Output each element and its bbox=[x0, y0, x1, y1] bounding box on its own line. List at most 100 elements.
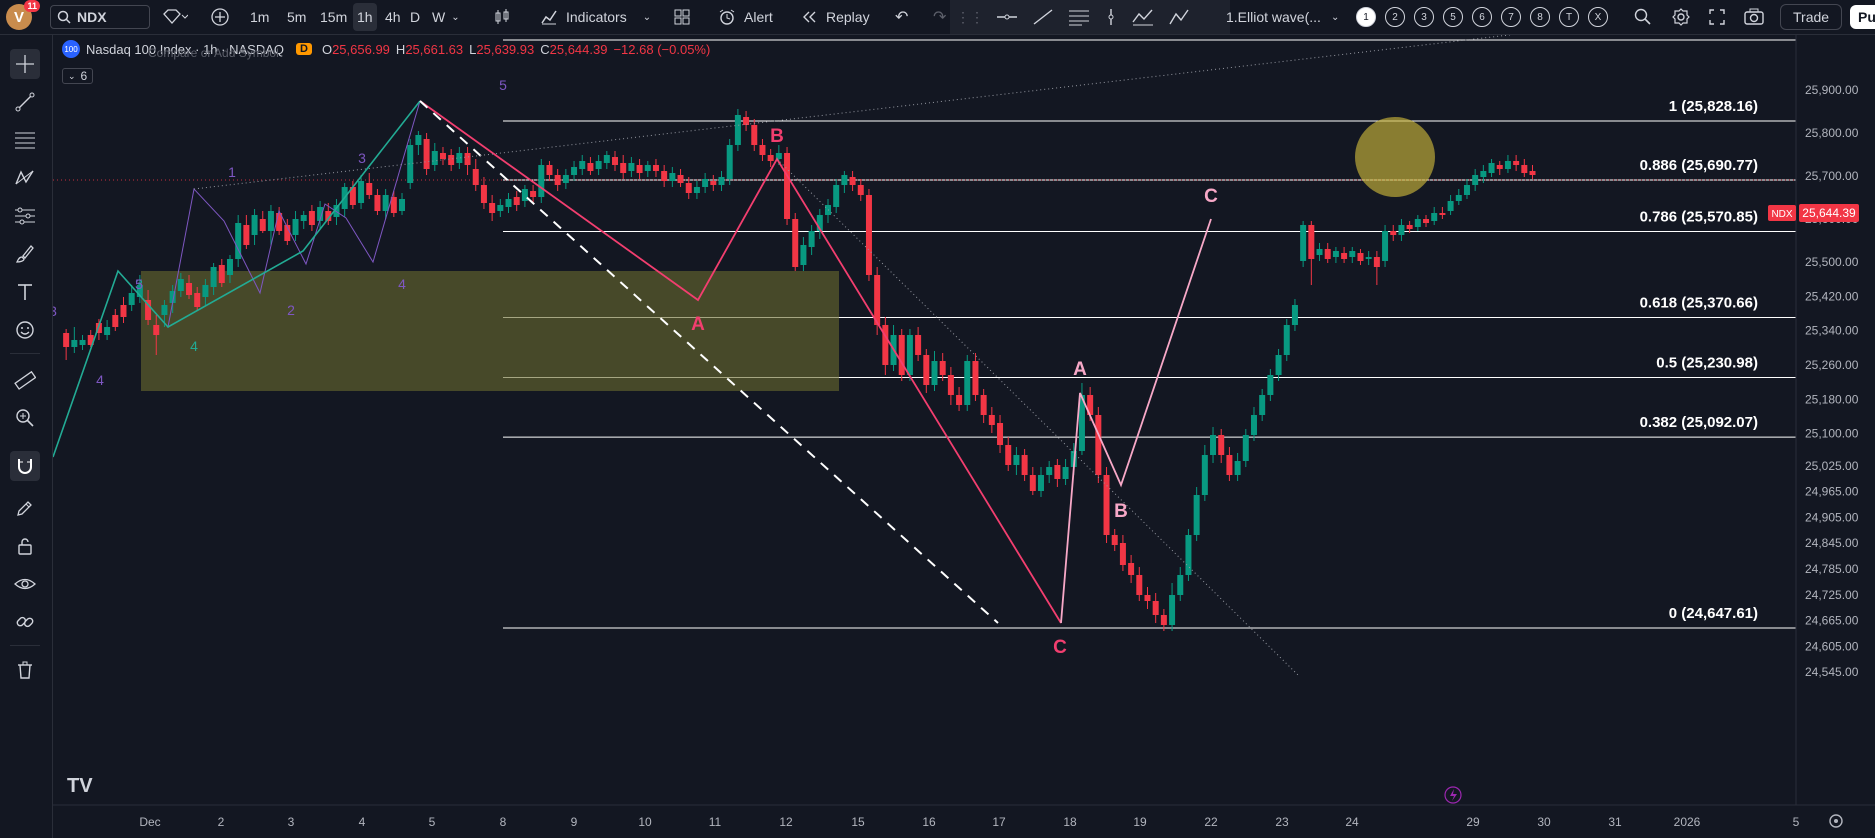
candle-body bbox=[1226, 455, 1233, 475]
layout-tab-T[interactable]: T bbox=[1559, 7, 1579, 27]
candle-body bbox=[571, 167, 578, 175]
layout-tab-7[interactable]: 7 bbox=[1501, 7, 1521, 27]
layout-tab-5[interactable]: 5 bbox=[1443, 7, 1463, 27]
candle-body bbox=[448, 155, 455, 165]
fullscreen-button[interactable] bbox=[1708, 0, 1726, 34]
price-chart[interactable]: 1 (25,828.16) 0.886 (25,690.77) 0.786 (25,… bbox=[53, 35, 1875, 838]
trend-line-icon[interactable] bbox=[1032, 8, 1054, 26]
candle-body bbox=[1414, 219, 1421, 227]
wave-pattern-icon[interactable] bbox=[1132, 8, 1154, 26]
trend-line-tool[interactable] bbox=[10, 87, 40, 117]
layout-select[interactable]: 1.Elliot wave(... ⌄ bbox=[1226, 0, 1339, 34]
candle-body bbox=[898, 335, 905, 375]
data-badge: D bbox=[296, 43, 312, 55]
time-tick: 10 bbox=[638, 815, 652, 829]
candle-body bbox=[1504, 161, 1511, 169]
candle-body bbox=[243, 225, 250, 245]
layout-tab-6[interactable]: 6 bbox=[1472, 7, 1492, 27]
time-tick: 11 bbox=[709, 815, 722, 829]
layout-tab-8[interactable]: 8 bbox=[1530, 7, 1550, 27]
lock-drawings-tool[interactable] bbox=[10, 531, 40, 561]
templates-button[interactable] bbox=[673, 0, 691, 34]
pattern-tool[interactable] bbox=[10, 163, 40, 193]
alert-button[interactable]: Alert bbox=[718, 0, 773, 34]
add-symbol-button[interactable] bbox=[210, 0, 230, 34]
interval-15m[interactable]: 15m bbox=[320, 0, 347, 34]
drag-handle-icon[interactable]: ⋮⋮ bbox=[956, 9, 984, 26]
candle-body bbox=[1496, 165, 1503, 169]
trade-button[interactable]: Trade bbox=[1780, 0, 1843, 34]
horizontal-line-icon[interactable] bbox=[996, 8, 1018, 26]
crosshair-tool[interactable] bbox=[10, 49, 40, 79]
pattern-icon bbox=[15, 170, 34, 185]
ohlc-c-value: 25,644.39 bbox=[549, 41, 608, 57]
candle-body bbox=[931, 361, 938, 385]
layout-tab-3[interactable]: 3 bbox=[1414, 7, 1434, 27]
stay-drawing-tool[interactable] bbox=[10, 493, 40, 523]
interval-1h[interactable]: 1h bbox=[353, 0, 377, 34]
snapshot-button[interactable] bbox=[1744, 0, 1764, 34]
price-tick: 24,785.00 bbox=[1805, 562, 1859, 576]
candle-body bbox=[71, 340, 78, 347]
compare-dropdown[interactable] bbox=[160, 0, 188, 34]
compare-hint[interactable]: Compare or Add Symbol bbox=[148, 46, 279, 60]
fib-retracement-icon[interactable] bbox=[1068, 8, 1090, 26]
zoom-tool[interactable] bbox=[10, 403, 40, 433]
remove-drawings-tool[interactable] bbox=[10, 655, 40, 685]
layout-tab-X[interactable]: X bbox=[1588, 7, 1608, 27]
text-tool[interactable] bbox=[10, 277, 40, 307]
brush-tool[interactable] bbox=[10, 239, 40, 269]
layout-tab-2[interactable]: 2 bbox=[1385, 7, 1405, 27]
wave-label: C bbox=[1204, 186, 1218, 207]
price-zone[interactable] bbox=[141, 271, 839, 391]
magnifier-chart-icon bbox=[1634, 8, 1651, 25]
trash-icon bbox=[18, 661, 32, 679]
redo-button[interactable]: ↷ bbox=[933, 0, 946, 34]
vertical-line-icon[interactable] bbox=[1104, 8, 1118, 26]
candle-body bbox=[308, 211, 315, 225]
link-tool[interactable] bbox=[10, 607, 40, 637]
magnet-tool[interactable] bbox=[10, 451, 40, 481]
settings-button[interactable] bbox=[1671, 0, 1691, 34]
zone-rect[interactable] bbox=[141, 271, 839, 391]
candle-body bbox=[1177, 575, 1184, 595]
symbol-search[interactable]: NDX bbox=[50, 0, 150, 34]
interval-1m[interactable]: 1m bbox=[250, 0, 269, 34]
emoji-tool[interactable] bbox=[10, 315, 40, 345]
interval-5m[interactable]: 5m bbox=[287, 0, 306, 34]
candle-body bbox=[603, 155, 610, 163]
layout-tab-1[interactable]: 1 bbox=[1356, 7, 1376, 27]
candle-body bbox=[612, 157, 619, 165]
chart-type-button[interactable] bbox=[493, 0, 511, 34]
replay-button[interactable]: Replay bbox=[800, 0, 870, 34]
interval-4h[interactable]: 4h bbox=[385, 0, 401, 34]
indicators-button[interactable]: Indicators ⌄ bbox=[540, 0, 651, 34]
candle-body bbox=[497, 205, 504, 211]
candle-body bbox=[628, 163, 635, 171]
user-avatar[interactable]: V 11 bbox=[6, 0, 40, 34]
indicators-toggle[interactable]: ⌄ 6 bbox=[62, 68, 94, 84]
time-tick: 29 bbox=[1466, 815, 1480, 829]
undo-button[interactable]: ↶ bbox=[895, 0, 908, 34]
interval-D[interactable]: D bbox=[410, 0, 420, 34]
screener-button[interactable] bbox=[1633, 0, 1653, 34]
highlight-circle[interactable] bbox=[1355, 117, 1435, 197]
measure-tool[interactable] bbox=[10, 365, 40, 395]
candle-body bbox=[1169, 595, 1176, 625]
fib-tool[interactable] bbox=[10, 125, 40, 155]
time-tick: 23 bbox=[1275, 815, 1289, 829]
publish-button[interactable]: Pu bbox=[1850, 0, 1875, 34]
candle-body bbox=[1472, 175, 1479, 185]
interval-W[interactable]: W ⌄ bbox=[432, 0, 460, 34]
time-tick: 4 bbox=[359, 815, 366, 829]
diamond-icon bbox=[163, 9, 188, 24]
wave-label: A bbox=[1073, 359, 1087, 380]
time-tick: 5 bbox=[1793, 815, 1800, 829]
hide-drawings-tool[interactable] bbox=[10, 569, 40, 599]
tradingview-logo[interactable]: TV bbox=[67, 775, 93, 797]
path-icon[interactable] bbox=[1168, 8, 1190, 26]
candle-body bbox=[1316, 249, 1323, 255]
ohlc-c-label: C bbox=[540, 41, 550, 57]
ohlc-o-value: 25,656.99 bbox=[332, 41, 390, 57]
forecast-tool[interactable] bbox=[10, 201, 40, 231]
